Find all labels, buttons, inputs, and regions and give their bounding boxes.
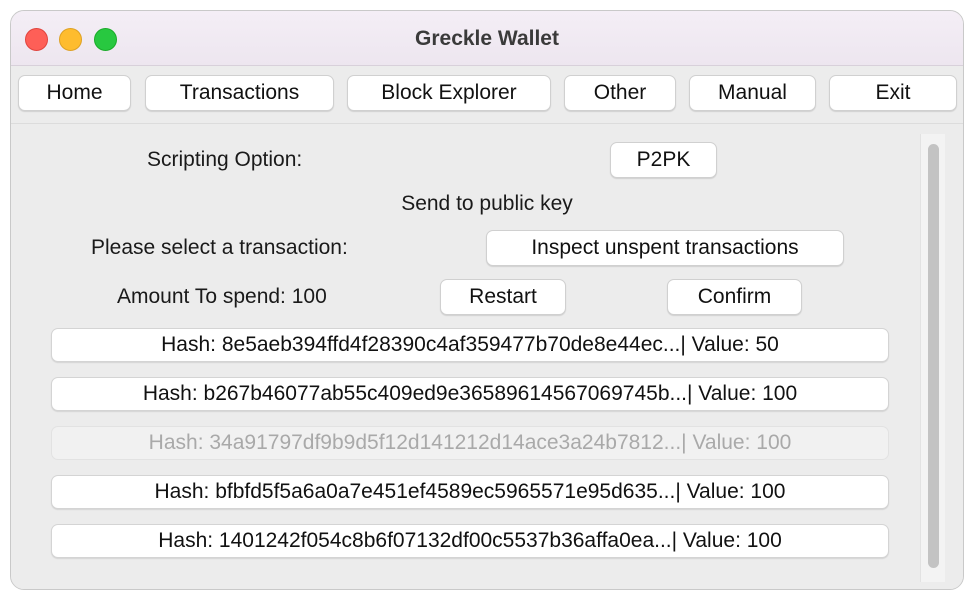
nav-manual-button[interactable]: Manual: [689, 75, 816, 111]
select-transaction-label: Please select a transaction:: [91, 236, 348, 259]
restart-button[interactable]: Restart: [440, 279, 566, 315]
nav-transactions-button[interactable]: Transactions: [145, 75, 334, 111]
window-title: Greckle Wallet: [415, 27, 559, 50]
confirm-button[interactable]: Confirm: [667, 279, 802, 315]
scripting-option-label: Scripting Option:: [147, 148, 303, 171]
transaction-row[interactable]: Hash: bfbfd5f5a6a0a7e451ef4589ec5965571e…: [51, 475, 889, 509]
scripting-description: Send to public key: [401, 192, 573, 215]
amount-to-spend-label: Amount To spend: 100: [117, 285, 327, 308]
transaction-panel: Scripting Option: P2PK Send to public ke…: [11, 123, 963, 589]
transaction-row[interactable]: Hash: 8e5aeb394ffd4f28390c4af359477b70de…: [51, 328, 889, 362]
inspect-unspent-button[interactable]: Inspect unspent transactions: [486, 230, 844, 266]
title-bar: Greckle Wallet: [11, 11, 963, 66]
nav-exit-button[interactable]: Exit: [829, 75, 957, 111]
scripting-option-button[interactable]: P2PK: [610, 142, 717, 178]
nav-block-explorer-button[interactable]: Block Explorer: [347, 75, 551, 111]
nav-home-button[interactable]: Home: [18, 75, 131, 111]
vertical-scrollbar[interactable]: [920, 134, 945, 582]
app-window: Greckle Wallet Home Transactions Block E…: [10, 10, 964, 590]
transaction-row[interactable]: Hash: b267b46077ab55c409ed9e365896145670…: [51, 377, 889, 411]
nav-other-button[interactable]: Other: [564, 75, 676, 111]
transaction-row[interactable]: Hash: 1401242f054c8b6f07132df00c5537b36a…: [51, 524, 889, 558]
transaction-row-disabled: Hash: 34a91797df9b9d5f12d141212d14ace3a2…: [51, 426, 889, 460]
scrollbar-thumb[interactable]: [928, 144, 939, 568]
